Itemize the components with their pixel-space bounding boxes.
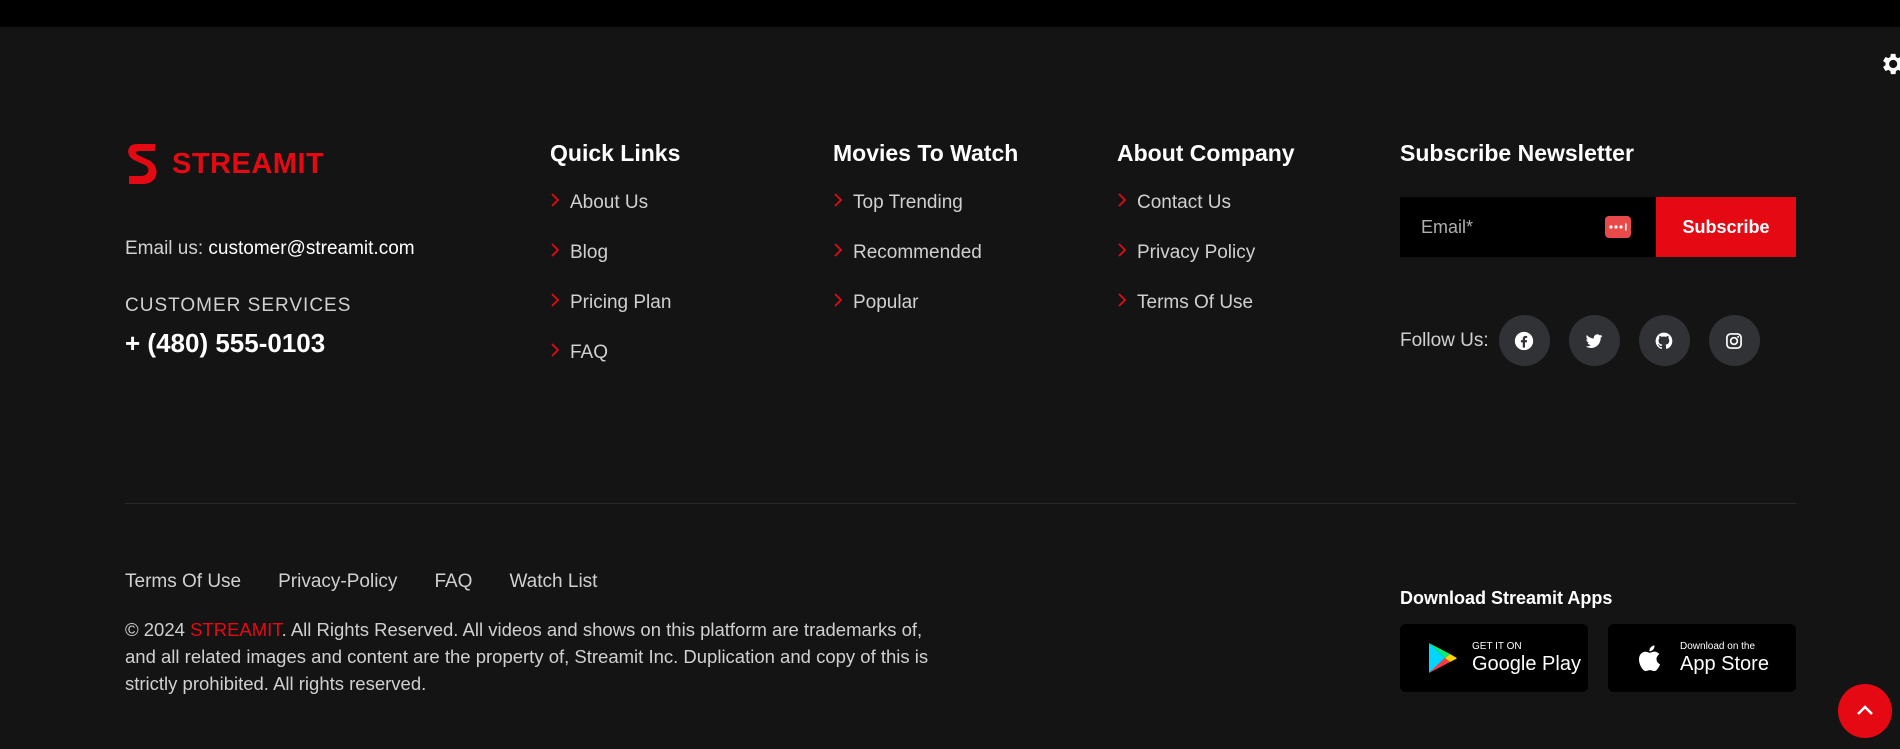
- password-manager-icon[interactable]: [1605, 216, 1631, 238]
- link-label: About Us: [570, 192, 649, 213]
- chevron-right-icon: [833, 293, 853, 312]
- footer-link-about-us[interactable]: About Us: [550, 192, 680, 242]
- follow-us: Follow Us:: [1400, 315, 1779, 366]
- google-play-icon: [1429, 643, 1457, 673]
- chevron-right-icon: [833, 243, 853, 262]
- link-label: Recommended: [853, 242, 982, 263]
- newsletter-title: Subscribe Newsletter: [1400, 140, 1634, 166]
- google-play-button[interactable]: GET IT ON Google Play: [1400, 624, 1588, 692]
- facebook-icon[interactable]: [1498, 315, 1550, 366]
- google-play-small-text: GET IT ON: [1472, 640, 1522, 652]
- footer-link-privacy-policy[interactable]: Privacy Policy: [1117, 242, 1295, 292]
- link-label: FAQ: [570, 342, 609, 363]
- github-icon[interactable]: [1638, 315, 1690, 366]
- bottom-link-faq[interactable]: FAQ: [434, 571, 472, 593]
- phone-number[interactable]: + (480) 555-0103: [125, 328, 325, 359]
- footer-link-popular[interactable]: Popular: [833, 292, 1018, 342]
- app-store-button[interactable]: Download on the App Store: [1608, 624, 1796, 692]
- link-label: Contact Us: [1137, 192, 1231, 213]
- footer-divider: [125, 503, 1796, 504]
- movies-to-watch-column: Movies To Watch Top Trending Recommended…: [833, 140, 1018, 342]
- bottom-link-terms-of-use[interactable]: Terms Of Use: [125, 571, 241, 593]
- bottom-link-privacy-policy[interactable]: Privacy-Policy: [278, 571, 397, 593]
- chevron-right-icon: [1117, 243, 1137, 262]
- column-title: About Company: [1117, 140, 1295, 166]
- copyright-prefix: © 2024: [125, 619, 191, 640]
- about-company-column: About Company Contact Us Privacy Policy …: [1117, 140, 1295, 342]
- app-store-small-text: Download on the: [1680, 640, 1756, 652]
- instagram-icon[interactable]: [1708, 315, 1760, 366]
- link-label: Pricing Plan: [570, 292, 672, 313]
- download-apps-title: Download Streamit Apps: [1400, 588, 1613, 608]
- brand-logo[interactable]: STREAMIT: [125, 140, 324, 188]
- link-label: Privacy Policy: [1137, 242, 1256, 263]
- link-label: Top Trending: [853, 192, 963, 213]
- copyright-text: © 2024 STREAMIT. All Rights Reserved. Al…: [125, 616, 945, 697]
- gear-icon[interactable]: [1878, 50, 1900, 78]
- chevron-right-icon: [550, 243, 570, 262]
- link-label: Terms Of Use: [1137, 292, 1254, 313]
- footer-link-terms-of-use[interactable]: Terms Of Use: [1117, 292, 1295, 342]
- logo-s-icon: [128, 144, 157, 184]
- footer-link-pricing-plan[interactable]: Pricing Plan: [550, 292, 680, 342]
- footer-link-top-trending[interactable]: Top Trending: [833, 192, 1018, 242]
- bottom-link-watch-list[interactable]: Watch List: [509, 571, 597, 593]
- chevron-right-icon: [1117, 193, 1137, 212]
- footer-link-contact-us[interactable]: Contact Us: [1117, 192, 1295, 242]
- subscribe-button[interactable]: Subscribe: [1656, 197, 1796, 257]
- apple-icon: [1639, 645, 1661, 672]
- email-link[interactable]: customer@streamit.com: [208, 238, 414, 259]
- brand-name: STREAMIT: [172, 147, 325, 180]
- follow-label: Follow Us:: [1400, 329, 1489, 351]
- footer-link-recommended[interactable]: Recommended: [833, 242, 1018, 292]
- link-label: Popular: [853, 292, 919, 313]
- google-play-big-text: Google Play: [1472, 652, 1581, 675]
- column-title: Movies To Watch: [833, 140, 1019, 166]
- footer-link-faq[interactable]: FAQ: [550, 342, 680, 392]
- link-label: Blog: [570, 242, 609, 263]
- quick-links-column: Quick Links About Us Blog Pricing Plan F…: [550, 140, 680, 392]
- customer-services-label: CUSTOMER SERVICES: [125, 295, 352, 316]
- bottom-links: Terms Of Use Privacy-Policy FAQ Watch Li…: [125, 571, 634, 593]
- chevron-right-icon: [550, 193, 570, 212]
- app-store-big-text: App Store: [1680, 652, 1769, 675]
- email-label: Email us:: [125, 238, 204, 259]
- copyright-brand-link[interactable]: STREAMIT: [190, 619, 281, 640]
- chevron-right-icon: [1117, 293, 1137, 312]
- column-title: Quick Links: [550, 140, 681, 166]
- email-field-wrapper: [1400, 197, 1656, 257]
- chevron-right-icon: [550, 293, 570, 312]
- footer-link-blog[interactable]: Blog: [550, 242, 680, 292]
- twitter-icon[interactable]: [1568, 315, 1620, 366]
- contact-email: Email us: customer@streamit.com: [125, 238, 415, 260]
- back-to-top-button[interactable]: [1838, 684, 1892, 738]
- top-bar: [0, 0, 1900, 27]
- newsletter-form: Subscribe: [1400, 197, 1796, 257]
- chevron-up-icon: [1857, 705, 1873, 715]
- chevron-right-icon: [833, 193, 853, 212]
- chevron-right-icon: [550, 343, 570, 362]
